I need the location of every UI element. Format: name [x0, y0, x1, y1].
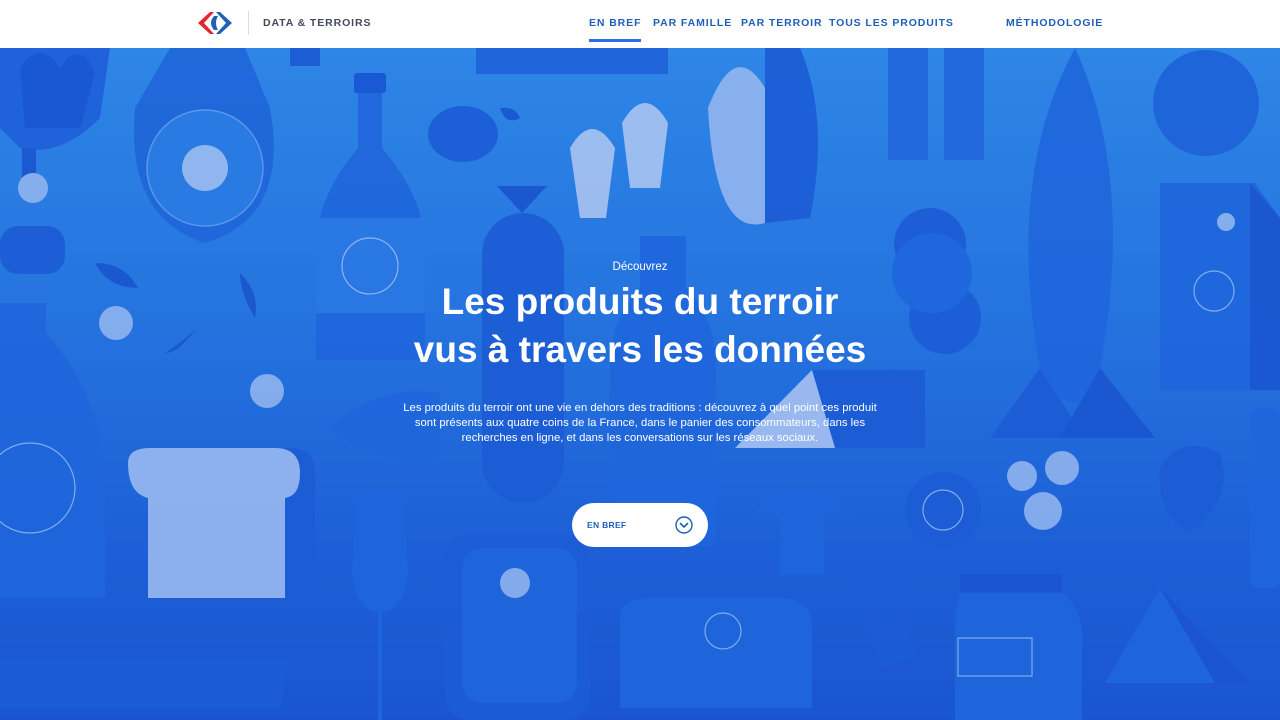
nav-methodologie[interactable]: MÉTHODOLOGIE — [1006, 17, 1103, 29]
hero-kicker: Découvrez — [612, 261, 668, 273]
en-bref-button-label: EN BREF — [587, 520, 627, 530]
nav-tous-les-produits[interactable]: TOUS LES PRODUITS — [829, 17, 954, 29]
site-brand[interactable]: DATA & TERROIRS — [263, 17, 371, 29]
hero-description: Les produits du terroir ont une vie en d… — [403, 402, 877, 444]
en-bref-button[interactable]: EN BREF — [572, 503, 708, 547]
hero-section: Découvrez Les produits du terroir vus à … — [0, 48, 1280, 720]
carrefour-logo[interactable] — [196, 10, 234, 36]
nav-par-terroir[interactable]: PAR TERROIR — [741, 17, 822, 29]
hero-title-line-1: Les produits du terroir — [441, 281, 839, 322]
chevron-down-circle-icon — [675, 516, 693, 534]
hero-content: Découvrez Les produits du terroir vus à … — [0, 48, 1280, 720]
hero-title-line-2: vus à travers les données — [413, 329, 867, 370]
nav-en-bref[interactable]: EN BREF — [589, 17, 642, 42]
header-divider — [248, 11, 249, 35]
nav-par-famille[interactable]: PAR FAMILLE — [653, 17, 732, 29]
top-header: DATA & TERROIRS EN BREF PAR FAMILLE PAR … — [0, 0, 1280, 48]
hero-title: Les produits du terroir vus à travers le… — [0, 278, 1280, 374]
